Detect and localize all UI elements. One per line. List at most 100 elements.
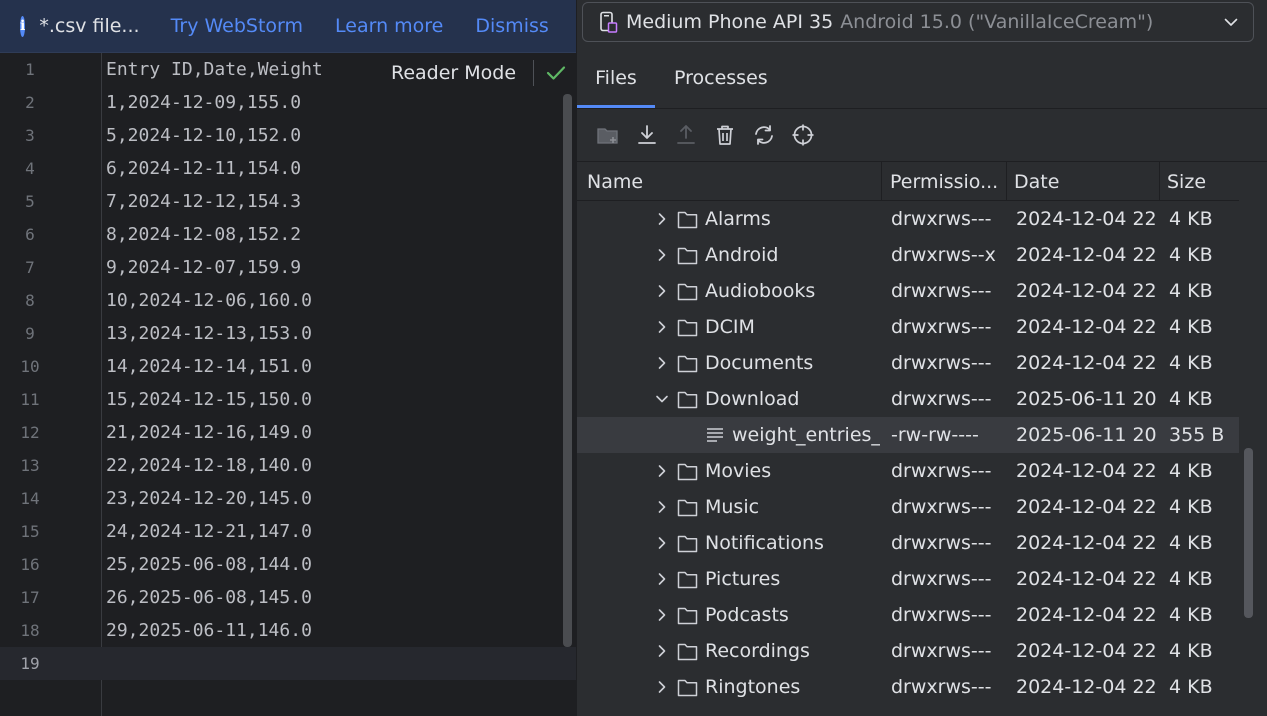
file-permissions: drwxrws--- [891,676,992,698]
file-toolbar [577,109,1267,162]
folder-row[interactable]: Podcasts drwxrws--- 2024-12-04 22 4 KB [577,597,1239,633]
dismiss-link[interactable]: Dismiss [475,15,548,37]
file-name: Notifications [705,532,824,554]
code-area[interactable]: 1 Entry ID,Date,Weight 2 1,2024-12-09,155.0… [0,53,576,680]
download-icon[interactable] [635,123,659,147]
column-divider[interactable] [1159,162,1160,200]
tab-files[interactable]: Files [577,52,655,108]
code-line[interactable]: 10 14,2024-12-14,151.0 [0,350,576,383]
code-line[interactable]: 7 9,2024-12-07,159.9 [0,251,576,284]
column-name[interactable]: Name [587,162,877,200]
chevron-right-icon[interactable] [655,356,669,370]
line-text[interactable]: 14,2024-12-14,151.0 [106,350,312,383]
code-line[interactable]: 18 29,2025-06-11,146.0 [0,614,576,647]
delete-icon[interactable] [713,123,737,147]
chevron-right-icon[interactable] [655,608,669,622]
chevron-right-icon[interactable] [655,500,669,514]
tab-processes[interactable]: Processes [674,52,768,108]
editor-scrollbar[interactable] [563,94,572,647]
folder-icon [677,319,698,337]
chevron-right-icon[interactable] [655,248,669,262]
code-line[interactable]: 5 7,2024-12-12,154.3 [0,185,576,218]
line-text[interactable]: 29,2025-06-11,146.0 [106,614,312,647]
code-line[interactable]: 15 24,2024-12-21,147.0 [0,515,576,548]
code-line[interactable]: 6 8,2024-12-08,152.2 [0,218,576,251]
reader-mode-button[interactable]: Reader Mode [391,62,516,84]
file-table-header: Name Permissio... Date Size [577,162,1239,201]
code-line[interactable]: 14 23,2024-12-20,145.0 [0,482,576,515]
folder-row[interactable]: Movies drwxrws--- 2024-12-04 22 4 KB [577,453,1239,489]
file-date: 2024-12-04 22 [1016,640,1157,662]
try-webstorm-link[interactable]: Try WebStorm [171,15,303,37]
file-name: weight_entries_u [732,424,880,446]
line-text[interactable]: 21,2024-12-16,149.0 [106,416,312,449]
column-permissions[interactable]: Permissio... [890,162,1006,200]
line-text[interactable]: 9,2024-12-07,159.9 [106,251,301,284]
folder-row[interactable]: Download drwxrws--- 2025-06-11 20: 4 KB [577,381,1239,417]
code-line[interactable]: 8 10,2024-12-06,160.0 [0,284,576,317]
check-icon[interactable] [546,64,566,82]
column-date[interactable]: Date [1014,162,1154,200]
folder-row[interactable]: DCIM drwxrws--- 2024-12-04 22 4 KB [577,309,1239,345]
line-text[interactable]: 7,2024-12-12,154.3 [106,185,301,218]
line-number: 9 [25,324,35,343]
chevron-right-icon[interactable] [655,212,669,226]
file-size: 4 KB [1169,388,1213,410]
code-line[interactable]: 17 26,2025-06-08,145.0 [0,581,576,614]
folder-row[interactable]: Android drwxrws--x 2024-12-04 22 4 KB [577,237,1239,273]
upload-icon[interactable] [674,123,698,147]
folder-row[interactable]: Recordings drwxrws--- 2024-12-04 22 4 KB [577,633,1239,669]
code-line[interactable]: 4 6,2024-12-11,154.0 [0,152,576,185]
code-line[interactable]: 3 5,2024-12-10,152.0 [0,119,576,152]
chevron-right-icon[interactable] [655,464,669,478]
line-text[interactable]: 8,2024-12-08,152.2 [106,218,301,251]
folder-row[interactable]: Ringtones drwxrws--- 2024-12-04 22 4 KB [577,669,1239,705]
code-line[interactable]: 12 21,2024-12-16,149.0 [0,416,576,449]
column-divider[interactable] [881,162,882,200]
info-icon: i [20,15,26,37]
folder-row[interactable]: Notifications drwxrws--- 2024-12-04 22 4 KB [577,525,1239,561]
line-text[interactable]: 13,2024-12-13,153.0 [106,317,312,350]
chevron-right-icon[interactable] [655,680,669,694]
line-text[interactable]: 22,2024-12-18,140.0 [106,449,312,482]
new-folder-icon[interactable] [596,123,620,147]
code-line[interactable]: 19 [0,647,576,680]
chevron-right-icon[interactable] [655,644,669,658]
folder-row[interactable]: Documents drwxrws--- 2024-12-04 22 4 KB [577,345,1239,381]
learn-more-link[interactable]: Learn more [335,15,443,37]
folder-row[interactable]: Audiobooks drwxrws--- 2024-12-04 22 4 KB [577,273,1239,309]
line-text[interactable]: 23,2024-12-20,145.0 [106,482,312,515]
csv-editor[interactable]: i *.csv file... Try WebStorm Learn more … [0,0,576,716]
device-selector[interactable]: Medium Phone API 35 Android 15.0 ("Vanil… [582,2,1254,42]
line-text[interactable]: 15,2024-12-15,150.0 [106,383,312,416]
line-text[interactable]: 25,2025-06-08,144.0 [106,548,312,581]
file-permissions: drwxrws--- [891,604,992,626]
folder-row[interactable]: Music drwxrws--- 2024-12-04 22 4 KB [577,489,1239,525]
file-tree-scrollbar[interactable] [1244,448,1253,618]
code-line[interactable]: 13 22,2024-12-18,140.0 [0,449,576,482]
line-text[interactable]: 1,2024-12-09,155.0 [106,86,301,119]
folder-row[interactable]: Alarms drwxrws--- 2024-12-04 22 4 KB [577,201,1239,237]
code-line[interactable]: 16 25,2025-06-08,144.0 [0,548,576,581]
folder-row[interactable]: Pictures drwxrws--- 2024-12-04 22 4 KB [577,561,1239,597]
line-text[interactable]: 24,2024-12-21,147.0 [106,515,312,548]
code-line[interactable]: 2 1,2024-12-09,155.0 [0,86,576,119]
line-text[interactable]: 6,2024-12-11,154.0 [106,152,301,185]
chevron-right-icon[interactable] [655,536,669,550]
chevron-right-icon[interactable] [655,284,669,298]
chevron-right-icon[interactable] [655,572,669,586]
chevron-right-icon[interactable] [655,320,669,334]
locate-icon[interactable] [791,123,815,147]
sync-icon[interactable] [752,123,776,147]
file-row[interactable]: weight_entries_u -rw-rw---- 2025-06-11 20:… [577,417,1239,453]
code-line[interactable]: 9 13,2024-12-13,153.0 [0,317,576,350]
line-text[interactable]: Entry ID,Date,Weight [106,53,323,86]
column-divider[interactable] [1006,162,1007,200]
column-size[interactable]: Size [1167,162,1237,200]
line-text[interactable]: 10,2024-12-06,160.0 [106,284,312,317]
chevron-down-icon[interactable] [655,392,669,406]
line-text[interactable]: 5,2024-12-10,152.0 [106,119,301,152]
line-number: 1 [25,60,35,79]
line-text[interactable]: 26,2025-06-08,145.0 [106,581,312,614]
code-line[interactable]: 11 15,2024-12-15,150.0 [0,383,576,416]
